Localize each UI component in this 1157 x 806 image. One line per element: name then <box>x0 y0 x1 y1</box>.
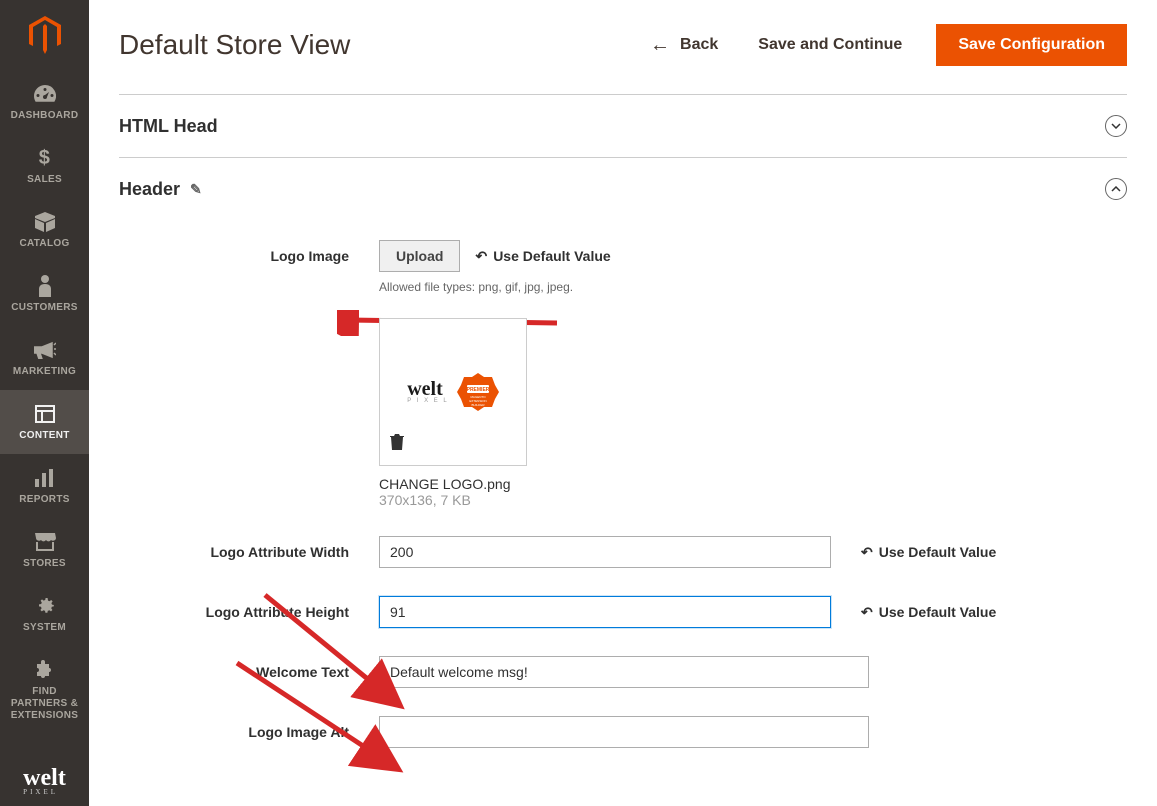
upload-hint: Allowed file types: png, gif, jpg, jpeg. <box>379 280 999 294</box>
use-default-logo-image[interactable]: ↶ Use Default Value <box>475 248 610 265</box>
save-continue-button[interactable]: Save and Continue <box>738 26 922 64</box>
sidebar-item-stores[interactable]: STORES <box>0 518 89 582</box>
logo-width-input[interactable] <box>379 536 831 568</box>
use-default-logo-width[interactable]: ↶ Use Default Value <box>861 544 996 561</box>
svg-text:PREMIER: PREMIER <box>466 387 489 393</box>
gauge-icon <box>33 82 57 106</box>
svg-text:BUILDER: BUILDER <box>471 403 485 407</box>
undo-icon: ↶ <box>861 604 873 621</box>
section-header-html-head[interactable]: HTML Head <box>119 95 1127 157</box>
section-header-header[interactable]: Header ✎ <box>119 158 1127 220</box>
field-logo-width: Logo Attribute Width ↶ Use Default Value <box>119 536 1127 568</box>
logo-thumbnail[interactable]: welt P I X E L PREMIER MAGENTO EXTENSION <box>379 318 527 466</box>
gear-icon <box>33 594 57 618</box>
sidebar-item-catalog[interactable]: CATALOG <box>0 198 89 262</box>
upload-button[interactable]: Upload <box>379 240 460 272</box>
dollar-icon: $ <box>33 146 57 170</box>
sidebar-item-partners[interactable]: FIND PARTNERS & EXTENSIONS <box>0 646 89 734</box>
sidebar-item-customers[interactable]: CUSTOMERS <box>0 262 89 326</box>
undo-icon: ↶ <box>861 544 873 561</box>
chevron-down-icon <box>1105 115 1127 137</box>
sidebar: DASHBOARD $ SALES CATALOG CUSTOMERS MARK… <box>0 0 89 806</box>
store-icon <box>33 530 57 554</box>
box-icon <box>33 210 57 234</box>
sidebar-item-content[interactable]: CONTENT <box>0 390 89 454</box>
puzzle-icon <box>33 658 57 682</box>
layout-icon <box>33 402 57 426</box>
field-logo-height: Logo Attribute Height ↶ Use Default Valu… <box>119 596 1127 628</box>
bars-icon <box>33 466 57 490</box>
welt-brand-logo: welt PIXEL <box>0 759 89 806</box>
field-welcome-text: Welcome Text <box>119 656 1127 688</box>
person-icon <box>33 274 57 298</box>
page-header: Default Store View ← Back Save and Conti… <box>119 0 1127 94</box>
welcome-text-input[interactable] <box>379 656 869 688</box>
back-arrow-icon: ← <box>650 34 670 57</box>
sidebar-item-reports[interactable]: REPORTS <box>0 454 89 518</box>
magento-logo[interactable] <box>0 0 89 70</box>
use-default-logo-height[interactable]: ↶ Use Default Value <box>861 604 996 621</box>
chevron-up-icon <box>1105 178 1127 200</box>
section-header: Header ✎ Logo Image Upload <box>119 157 1127 748</box>
trash-icon[interactable] <box>390 434 404 455</box>
premier-badge-icon: PREMIER MAGENTO EXTENSION BUILDER <box>457 371 499 413</box>
sidebar-item-sales[interactable]: $ SALES <box>0 134 89 198</box>
logo-height-input[interactable] <box>379 596 831 628</box>
main-content: Default Store View ← Back Save and Conti… <box>89 0 1157 806</box>
page-title: Default Store View <box>119 29 630 61</box>
file-name: CHANGE LOGO.png <box>379 476 999 492</box>
file-meta: 370x136, 7 KB <box>379 492 999 508</box>
logo-alt-input[interactable] <box>379 716 869 748</box>
save-configuration-button[interactable]: Save Configuration <box>936 24 1127 66</box>
field-logo-image: Logo Image Upload ↶ Use Default Value Al… <box>119 240 1127 508</box>
section-html-head: HTML Head <box>119 94 1127 157</box>
sidebar-item-dashboard[interactable]: DASHBOARD <box>0 70 89 134</box>
pencil-icon: ✎ <box>190 181 202 198</box>
field-logo-alt: Logo Image Alt <box>119 716 1127 748</box>
sidebar-item-system[interactable]: SYSTEM <box>0 582 89 646</box>
megaphone-icon <box>33 338 57 362</box>
undo-icon: ↶ <box>475 248 487 265</box>
sidebar-item-marketing[interactable]: MARKETING <box>0 326 89 390</box>
back-link[interactable]: ← Back <box>630 34 738 57</box>
